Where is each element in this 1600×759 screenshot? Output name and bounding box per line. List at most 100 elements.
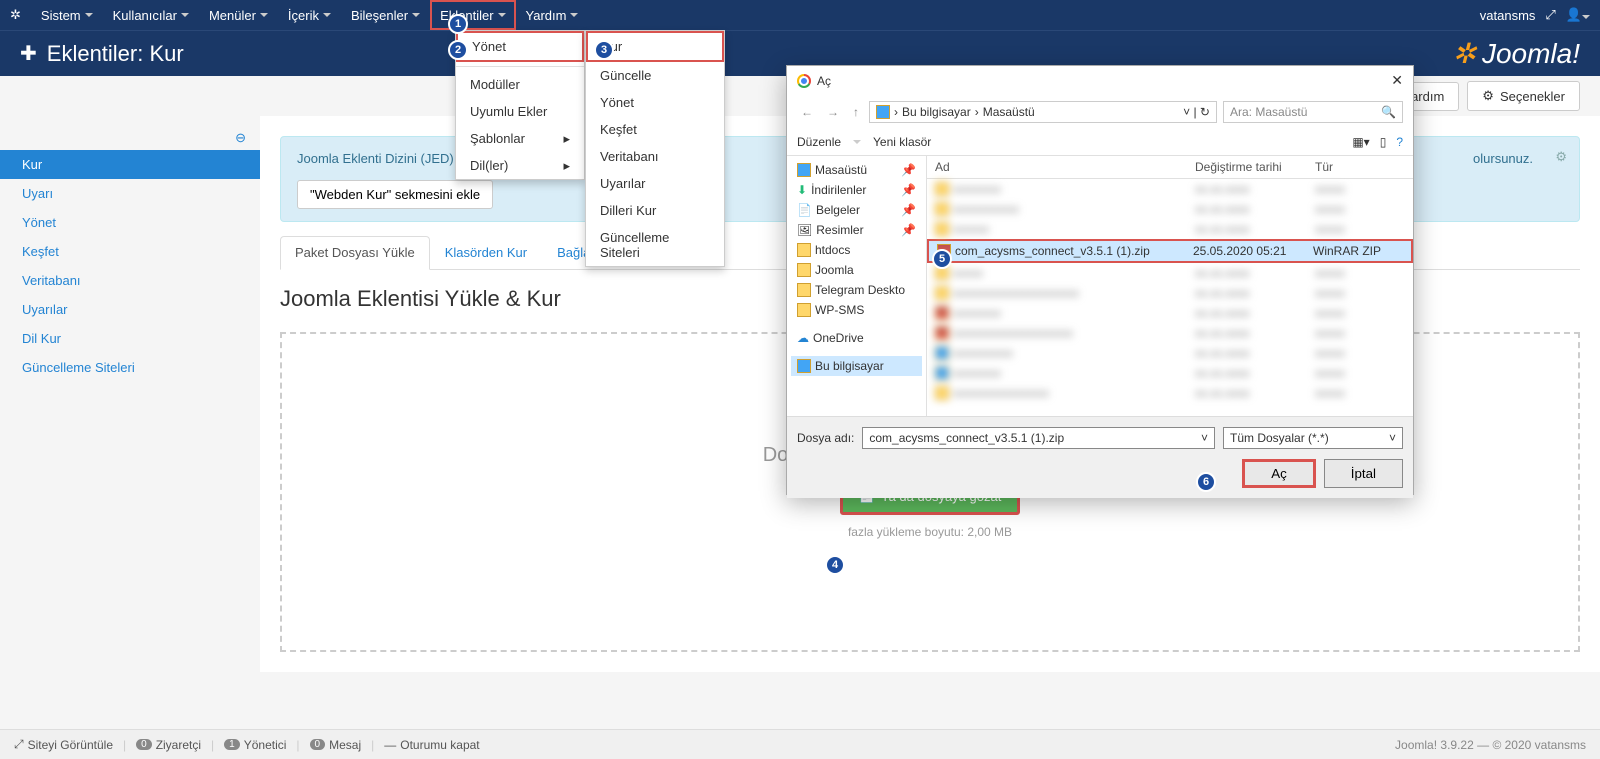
sidebar: ⊖ Kur Uyarı Yönet Keşfet Veritabanı Uyar…: [0, 116, 260, 672]
submenu-sablonlar[interactable]: Şablonlar ▸: [456, 125, 584, 152]
submenu2-guncellemesiteleri[interactable]: Güncelleme Siteleri: [586, 224, 724, 266]
submenu-uyumlu[interactable]: Uyumlu Ekler: [456, 98, 584, 125]
sidebar-kur[interactable]: Kur: [0, 150, 260, 179]
view-icon[interactable]: ▦▾: [1352, 135, 1369, 149]
status-bar: ⤢ Siteyi Görüntüle| 0 Ziyaretçi| 1 Yönet…: [0, 729, 1600, 759]
callout-2: 2: [448, 40, 468, 60]
file-row-blur[interactable]: xxxxxxxxxx.xx.xxxxxxxxx: [927, 303, 1413, 323]
submenu2-uyarilar[interactable]: Uyarılar: [586, 170, 724, 197]
file-row-selected[interactable]: com_acysms_connect_v3.5.1 (1).zip 25.05.…: [927, 239, 1413, 263]
tree-telegram[interactable]: Telegram Deskto: [791, 280, 922, 300]
path-seg-1[interactable]: Masaüstü: [983, 105, 1035, 119]
file-row-blur[interactable]: xxxxxxxxxxxx.xx.xxxxxxxxx: [927, 343, 1413, 363]
submenu2-kesfet[interactable]: Keşfet: [586, 116, 724, 143]
alert-text-prefix: Joomla Eklenti Dizini (JED): [297, 151, 454, 166]
file-type: WinRAR ZIP: [1313, 244, 1403, 258]
view-site[interactable]: ⤢ Siteyi Görüntüle: [14, 737, 113, 752]
close-icon[interactable]: ✕: [1391, 72, 1403, 89]
callout-6: 6: [1196, 472, 1216, 492]
up-icon[interactable]: ↑: [849, 103, 863, 121]
callout-3: 3: [594, 40, 614, 60]
cancel-button[interactable]: İptal: [1324, 459, 1403, 488]
submenu2-dillerikur[interactable]: Dilleri Kur: [586, 197, 724, 224]
nav-menuler[interactable]: Menüler: [199, 0, 278, 30]
open-button[interactable]: Aç: [1242, 459, 1316, 488]
submenu-yonet[interactable]: Yönet: [456, 31, 584, 62]
callout-1: 1: [448, 14, 468, 34]
tree-onedrive[interactable]: ☁OneDrive: [791, 328, 922, 348]
file-row-blur[interactable]: xxxxxxx.xx.xxxxxxxxx: [927, 263, 1413, 283]
gear-icon[interactable]: ⚙: [1555, 149, 1567, 165]
path-seg-0[interactable]: Bu bilgisayar: [902, 105, 971, 119]
back-icon[interactable]: ←: [797, 103, 817, 121]
user-label[interactable]: vatansms: [1480, 8, 1536, 23]
sidebar-collapse-icon[interactable]: ⊖: [0, 126, 260, 150]
joomla-logo: ✲Joomla!: [1452, 37, 1580, 70]
tree-wpsms[interactable]: WP-SMS: [791, 300, 922, 320]
admins[interactable]: 1 Yönetici: [224, 738, 286, 752]
preview-icon[interactable]: ▯: [1380, 135, 1387, 149]
nav-icerik[interactable]: İçerik: [278, 0, 341, 30]
options-button[interactable]: ⚙Seçenekler: [1467, 81, 1580, 111]
tree-belgeler[interactable]: 📄Belgeler📌: [791, 200, 922, 220]
callout-4: 4: [825, 555, 845, 575]
nav-bilesenler[interactable]: Bileşenler: [341, 0, 430, 30]
path-bar[interactable]: ›Bu bilgisayar ›Masaüstü ˅ | ↻: [869, 101, 1217, 123]
file-row-blur[interactable]: xxxxxxxxxxxxx.xx.xxxxxxxxx: [927, 199, 1413, 219]
nav-sistem[interactable]: Sistem: [31, 0, 103, 30]
file-row-blur[interactable]: xxxxxxxxxx.xx.xxxxxxxxx: [927, 179, 1413, 199]
file-row-blur[interactable]: xxxxxxxxxxxxxxxxxxxxxx.xx.xxxxxxxxx: [927, 323, 1413, 343]
visitors[interactable]: 0 Ziyaretçi: [136, 738, 201, 752]
eklentiler-submenu: Yönet Modüller Uyumlu Ekler Şablonlar ▸ …: [455, 30, 585, 180]
sidebar-veritabani[interactable]: Veritabanı: [0, 266, 260, 295]
filename-input[interactable]: com_acysms_connect_v3.5.1 (1).zip˅: [862, 427, 1215, 449]
filetype-filter[interactable]: Tüm Dosyalar (*.*)˅: [1223, 427, 1403, 449]
tree-masaustu[interactable]: Masaüstü📌: [791, 160, 922, 180]
sidebar-kesfet[interactable]: Keşfet: [0, 237, 260, 266]
col-type[interactable]: Tür: [1315, 160, 1405, 174]
tree-joomla[interactable]: Joomla: [791, 260, 922, 280]
nav-eklentiler[interactable]: Eklentiler: [430, 0, 515, 30]
tree-bubilgisayar[interactable]: Bu bilgisayar: [791, 356, 922, 376]
forward-icon[interactable]: →: [823, 103, 843, 121]
top-nav: ✲ Sistem Kullanıcılar Menüler İçerik Bil…: [0, 0, 1600, 30]
nav-yardim[interactable]: Yardım: [516, 0, 589, 30]
tree-htdocs[interactable]: htdocs: [791, 240, 922, 260]
file-row-blur[interactable]: xxxxxxxxxx.xx.xxxxxxxxx: [927, 363, 1413, 383]
file-row-blur[interactable]: xxxxxxxx.xx.xxxxxxxxx: [927, 219, 1413, 239]
puzzle-icon: ✚: [20, 41, 37, 66]
col-name[interactable]: Ad: [935, 160, 1195, 174]
tree-indirilenler[interactable]: ⬇İndirilenler📌: [791, 180, 922, 200]
messages[interactable]: 0 Mesaj: [310, 738, 362, 752]
col-date[interactable]: Değiştirme tarihi: [1195, 160, 1315, 174]
submenu2-yonet[interactable]: Yönet: [586, 89, 724, 116]
joomla-icon: ✲: [10, 7, 21, 23]
submenu2-veritabani[interactable]: Veritabanı: [586, 143, 724, 170]
tab-install-folder[interactable]: Klasörden Kur: [430, 236, 542, 269]
sidebar-uyarilar[interactable]: Uyarılar: [0, 295, 260, 324]
sidebar-guncelleme[interactable]: Güncelleme Siteleri: [0, 353, 260, 382]
submenu-moduller[interactable]: Modüller: [456, 71, 584, 98]
file-row-blur[interactable]: xxxxxxxxxxxxxxxxxxxxxxx.xx.xxxxxxxxx: [927, 283, 1413, 303]
user-icon[interactable]: 👤: [1566, 7, 1590, 23]
alert-text-end: olursunuz.: [1473, 149, 1533, 170]
submenu2-guncelle[interactable]: Güncelle: [586, 62, 724, 89]
submenu-diller[interactable]: Dil(ler) ▸: [456, 152, 584, 179]
tree-resimler[interactable]: 🖼Resimler📌: [791, 220, 922, 240]
add-webinstall-tab-button[interactable]: "Webden Kur" sekmesini ekle: [297, 180, 493, 209]
copyright-text: © 2020 vatansms: [1492, 738, 1586, 752]
new-folder[interactable]: Yeni klasör: [873, 135, 931, 149]
organize-menu[interactable]: Düzenle: [797, 135, 841, 149]
tab-upload-package[interactable]: Paket Dosyası Yükle: [280, 236, 430, 270]
sidebar-dilkur[interactable]: Dil Kur: [0, 324, 260, 353]
help-icon[interactable]: ?: [1396, 135, 1403, 149]
file-name: com_acysms_connect_v3.5.1 (1).zip: [955, 244, 1150, 258]
search-input[interactable]: Ara: Masaüstü🔍: [1223, 101, 1403, 123]
gear-icon: ⚙: [1482, 88, 1494, 104]
file-row-blur[interactable]: xxxxxxxxxxxxxxxxxx.xx.xxxxxxxxx: [927, 383, 1413, 403]
sidebar-yonet[interactable]: Yönet: [0, 208, 260, 237]
logout[interactable]: — Oturumu kapat: [384, 738, 479, 752]
nav-kullanicilar[interactable]: Kullanıcılar: [103, 0, 199, 30]
max-size-text: fazla yükleme boyutu: 2,00 MB: [848, 525, 1012, 539]
sidebar-uyari[interactable]: Uyarı: [0, 179, 260, 208]
